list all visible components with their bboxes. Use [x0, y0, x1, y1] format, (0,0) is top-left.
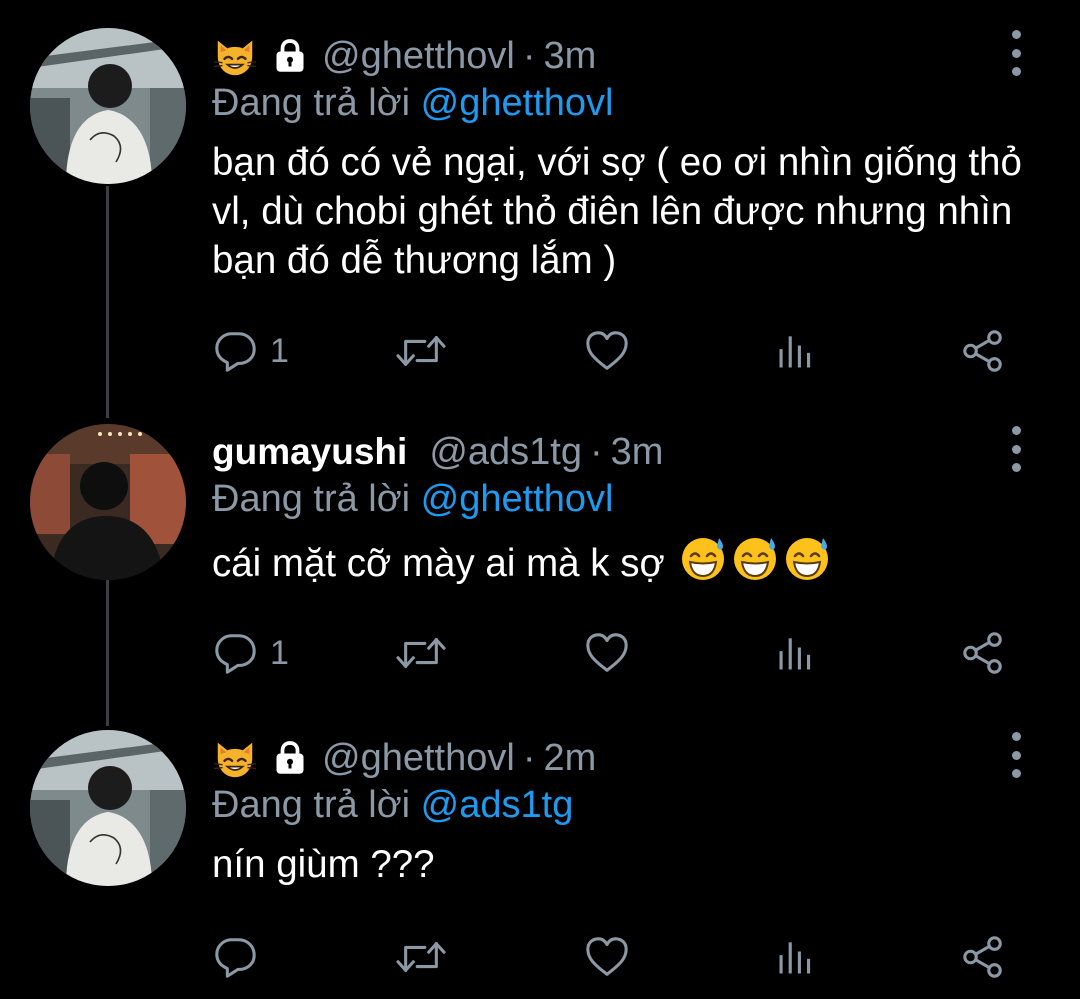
like-button[interactable]	[584, 932, 630, 982]
views-button[interactable]	[774, 326, 818, 376]
grinning-sweat-icon	[731, 534, 779, 582]
tweet[interactable]: @ghetthovl · 2m Đang trả lời @ads1tg nín…	[0, 730, 1080, 990]
separator: ·	[522, 34, 536, 77]
mention-link[interactable]: @ghetthovl	[421, 82, 614, 124]
lock-icon	[272, 740, 308, 776]
views-icon	[774, 328, 818, 374]
reply-button[interactable]	[212, 932, 270, 982]
replying-to-label: Đang trả lời	[212, 784, 411, 826]
tweet-header: @ghetthovl · 3m	[212, 28, 596, 84]
more-vertical-icon[interactable]	[1004, 426, 1028, 472]
tweet-header: @ghetthovl · 2m	[212, 730, 596, 786]
views-icon	[774, 934, 818, 980]
user-handle[interactable]: @ghetthovl	[322, 35, 515, 78]
retweet-button[interactable]	[394, 628, 448, 678]
mention-link[interactable]: @ghetthovl	[421, 478, 614, 520]
cat-grin-icon	[212, 33, 258, 79]
lock-icon	[272, 38, 308, 74]
display-name[interactable]: gumayushi	[212, 431, 407, 473]
separator: ·	[522, 736, 536, 779]
replying-to: Đang trả lời @ghetthovl	[212, 478, 613, 521]
like-button[interactable]	[584, 326, 630, 376]
timestamp[interactable]: 2m	[543, 737, 596, 780]
grinning-sweat-icon	[783, 534, 831, 582]
reply-icon	[212, 934, 258, 980]
replying-to-label: Đang trả lời	[212, 82, 411, 124]
tweet-header: gumayushi @ads1tg · 3m	[212, 424, 663, 480]
heart-icon	[584, 328, 630, 374]
reply-icon	[212, 328, 258, 374]
replying-to: Đang trả lời @ads1tg	[212, 784, 573, 827]
tweet-text: bạn đó có vẻ ngại, với sợ ( eo ơi nhìn g…	[212, 141, 1022, 282]
separator: ·	[590, 430, 603, 473]
reply-button[interactable]: 1	[212, 628, 289, 678]
tweet-actions: 1	[212, 628, 1012, 678]
reply-button[interactable]: 1	[212, 326, 289, 376]
cat-grin-icon	[212, 735, 258, 781]
share-icon	[960, 934, 1006, 980]
tweet-actions	[212, 932, 1012, 982]
replying-to: Đang trả lời @ghetthovl	[212, 82, 613, 125]
tweet-text: cái mặt cỡ mày ai mà k sợ	[212, 534, 1032, 588]
tweet-text: nín giùm ???	[212, 843, 435, 886]
views-button[interactable]	[774, 932, 818, 982]
heart-icon	[584, 934, 630, 980]
user-handle[interactable]: @ads1tg	[429, 431, 582, 474]
tweet[interactable]: @ghetthovl · 3m Đang trả lời @ghetthovl …	[0, 28, 1080, 388]
retweet-icon	[394, 328, 448, 374]
share-button[interactable]	[960, 932, 1006, 982]
avatar[interactable]	[30, 28, 186, 184]
user-handle[interactable]: @ghetthovl	[322, 737, 515, 780]
timestamp[interactable]: 3m	[611, 431, 664, 474]
views-button[interactable]	[774, 628, 818, 678]
more-vertical-icon[interactable]	[1004, 30, 1028, 76]
reply-icon	[212, 630, 258, 676]
like-button[interactable]	[584, 628, 630, 678]
tweet-text-content: cái mặt cỡ mày ai mà k sợ	[212, 542, 665, 585]
mention-link[interactable]: @ads1tg	[421, 784, 574, 826]
share-icon	[960, 328, 1006, 374]
views-icon	[774, 630, 818, 676]
retweet-button[interactable]	[394, 932, 448, 982]
grinning-sweat-icon	[679, 534, 727, 582]
retweet-button[interactable]	[394, 326, 448, 376]
retweet-icon	[394, 630, 448, 676]
reply-count: 1	[270, 331, 289, 370]
tweet[interactable]: gumayushi @ads1tg · 3m Đang trả lời @ghe…	[0, 424, 1080, 704]
avatar[interactable]	[30, 730, 186, 886]
reply-count: 1	[270, 633, 289, 672]
share-button[interactable]	[960, 628, 1006, 678]
more-vertical-icon[interactable]	[1004, 732, 1028, 778]
replying-to-label: Đang trả lời	[212, 478, 411, 520]
heart-icon	[584, 630, 630, 676]
share-icon	[960, 630, 1006, 676]
retweet-icon	[394, 934, 448, 980]
avatar[interactable]	[30, 424, 186, 580]
share-button[interactable]	[960, 326, 1006, 376]
timestamp[interactable]: 3m	[543, 35, 596, 78]
tweet-actions: 1	[212, 326, 1012, 376]
